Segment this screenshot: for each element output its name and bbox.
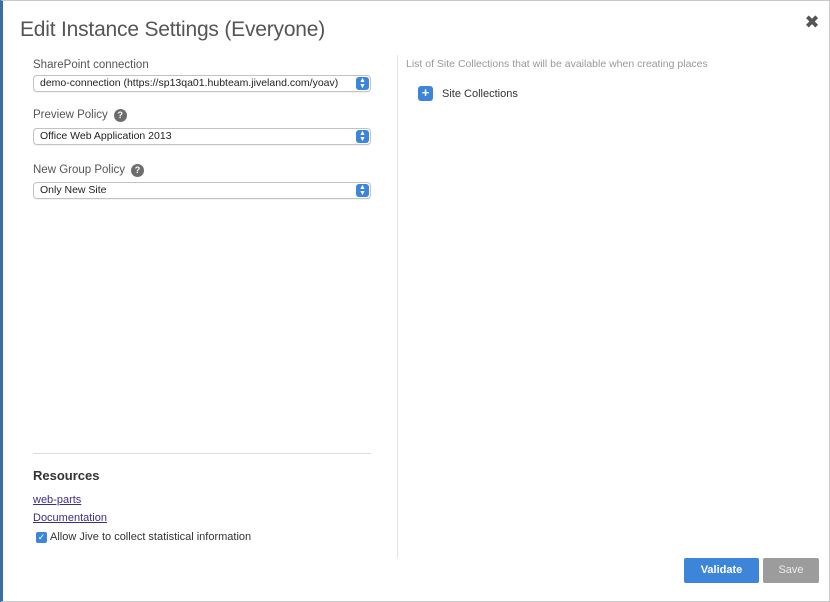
new-group-policy-label-text: New Group Policy (33, 164, 126, 176)
validate-button[interactable]: Validate (684, 558, 759, 583)
sharepoint-connection-label-text: SharePoint connection (33, 59, 149, 71)
new-group-policy-label: New Group Policy ? (33, 162, 371, 178)
site-collections-label: Site Collections (442, 87, 518, 100)
web-parts-link[interactable]: web-parts (33, 494, 81, 506)
statistics-checkbox-row[interactable]: ✓ Allow Jive to collect statistical info… (36, 531, 251, 543)
preview-policy-value: Office Web Application 2013 (40, 130, 172, 142)
preview-policy-select[interactable]: Office Web Application 2013 ▲ ▼ (33, 128, 371, 145)
expand-plus-icon[interactable]: + (418, 86, 433, 101)
select-arrows-icon: ▲ ▼ (356, 184, 369, 197)
preview-policy-label-text: Preview Policy (33, 109, 108, 121)
save-button[interactable]: Save (763, 558, 819, 583)
preview-policy-label: Preview Policy ? (33, 107, 371, 123)
new-group-policy-value: Only New Site (40, 184, 107, 196)
new-group-policy-select[interactable]: Only New Site ▲ ▼ (33, 182, 371, 199)
settings-form: SharePoint connection demo-connection (h… (33, 57, 371, 199)
select-arrows-icon: ▲ ▼ (356, 130, 369, 143)
site-collections-tree-item[interactable]: + Site Collections (418, 86, 518, 101)
resources-heading: Resources (33, 468, 100, 483)
select-arrows-icon: ▲ ▼ (356, 77, 369, 90)
panel-divider (397, 55, 398, 558)
sharepoint-connection-value: demo-connection (https://sp13qa01.hubtea… (40, 77, 339, 89)
documentation-link[interactable]: Documentation (33, 512, 107, 524)
close-icon[interactable]: ✖ (803, 13, 821, 31)
sharepoint-connection-select[interactable]: demo-connection (https://sp13qa01.hubtea… (33, 75, 371, 92)
help-icon[interactable]: ? (113, 108, 127, 122)
site-collections-caption: List of Site Collections that will be av… (406, 58, 708, 70)
dialog-title: Edit Instance Settings (Everyone) (20, 18, 326, 41)
statistics-checkbox-label: Allow Jive to collect statistical inform… (50, 531, 252, 543)
sharepoint-connection-label: SharePoint connection (33, 57, 371, 73)
edit-instance-settings-dialog: Edit Instance Settings (Everyone) ✖ Shar… (0, 0, 830, 602)
help-icon[interactable]: ? (131, 163, 145, 177)
statistics-checkbox[interactable]: ✓ (36, 531, 47, 543)
resources-divider (33, 453, 371, 454)
